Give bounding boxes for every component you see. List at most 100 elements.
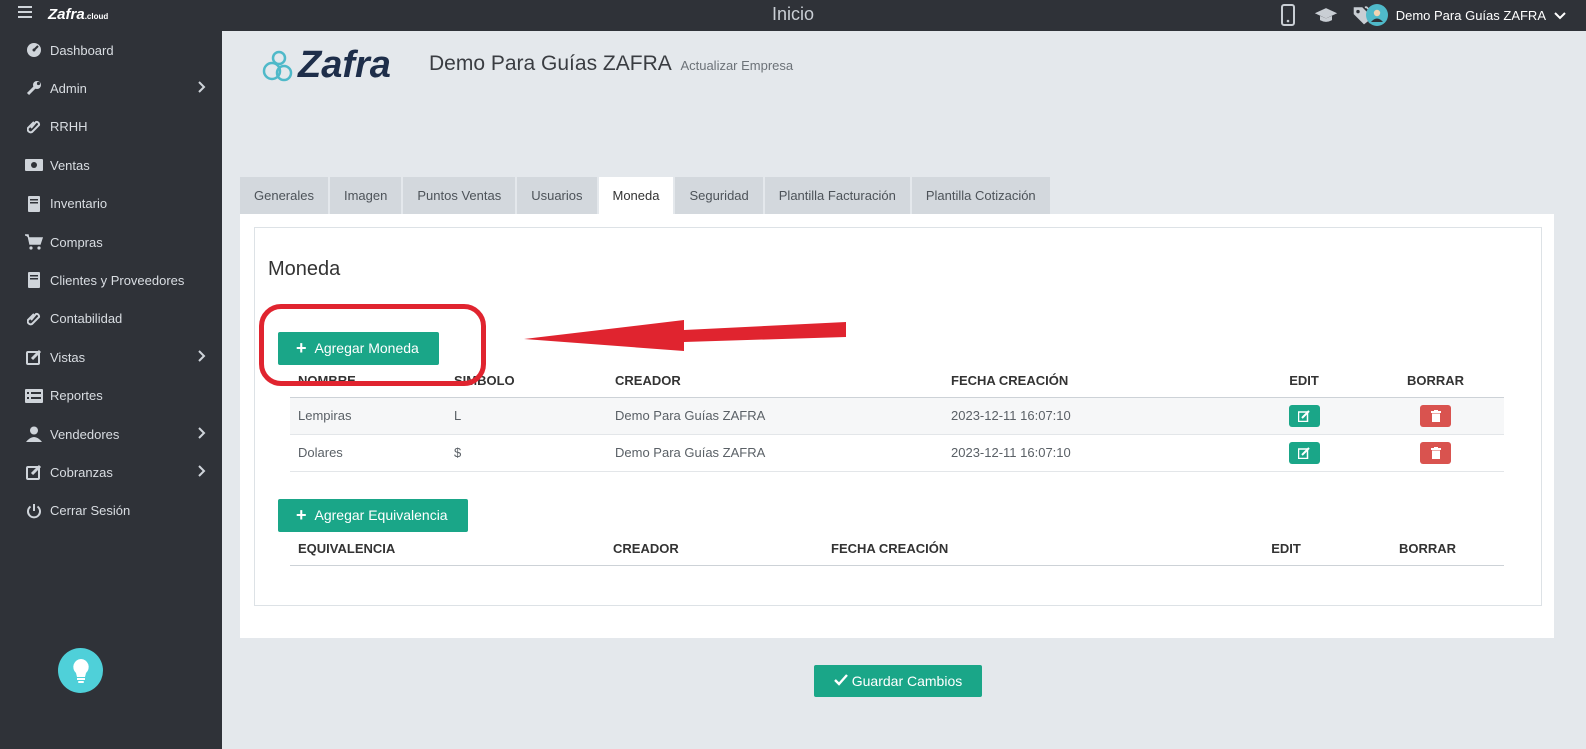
add-equivalence-label: Agregar Equivalencia — [314, 507, 448, 523]
sidebar-item-label: RRHH — [50, 119, 88, 135]
company-action: Actualizar Empresa — [680, 58, 794, 73]
cell-nombre: Dolares — [290, 434, 446, 472]
cell-fecha: 2023-12-11 16:07:10 — [943, 434, 1241, 472]
chevron-down-icon — [1554, 8, 1566, 23]
sidebar-item-dashboard[interactable]: Dashboard — [0, 35, 222, 65]
money-icon — [24, 156, 44, 174]
sidebar-item-label: Cerrar Sesión — [50, 503, 131, 519]
cell-delete — [1367, 434, 1504, 472]
col-header: SIMBOLO — [446, 364, 607, 398]
company-name: Demo Para Guías ZAFRA — [429, 52, 671, 75]
currency-table: NOMBRE SIMBOLO CREADOR FECHA CREACIÓN ED… — [290, 364, 1504, 472]
top-bar: Zafra.cloud Inicio Demo Para Guías ZAFRA — [0, 0, 1586, 31]
col-header: EDIT — [1241, 364, 1367, 398]
col-header: FECHA CREACIÓN — [943, 364, 1241, 398]
cart-icon — [24, 233, 44, 251]
app-logo-suffix: .cloud — [84, 12, 109, 21]
equivalence-table: EQUIVALENCIA CREADOR FECHA CREACIÓN EDIT… — [290, 532, 1504, 566]
add-equivalence-button[interactable]: + Agregar Equivalencia — [278, 499, 468, 532]
menu-toggle-icon[interactable] — [18, 6, 32, 18]
cell-simbolo: L — [446, 397, 607, 435]
cell-edit — [1241, 397, 1367, 435]
col-header: CREADOR — [605, 532, 823, 566]
app-logo-text: Zafra — [48, 6, 85, 23]
edit-icon — [1298, 446, 1310, 459]
trash-icon — [1430, 446, 1441, 459]
graduation-cap-icon[interactable] — [1314, 3, 1338, 27]
edit-button[interactable] — [1288, 404, 1320, 427]
tab-generales[interactable]: Generales — [240, 177, 328, 214]
sidebar-item-label: Cobranzas — [50, 464, 113, 480]
cell-creador: Demo Para Guías ZAFRA — [607, 397, 943, 435]
tab-moneda[interactable]: Moneda — [598, 177, 674, 214]
chevron-right-icon — [198, 81, 206, 96]
sidebar-item-admin[interactable]: Admin — [0, 73, 222, 103]
sidebar-item-cobranzas[interactable]: Cobranzas — [0, 457, 222, 487]
check-icon — [833, 673, 848, 689]
brand-name: Zafra — [298, 44, 391, 86]
lightbulb-icon[interactable] — [58, 648, 103, 693]
power-icon — [24, 502, 44, 520]
mobile-icon[interactable] — [1276, 3, 1300, 27]
sidebar-item-label: Clientes y Proveedores — [50, 272, 185, 288]
tab-seguridad[interactable]: Seguridad — [675, 177, 763, 214]
brand-logo: Zafra — [262, 44, 391, 87]
edit-icon — [24, 463, 44, 481]
tab-puntos-ventas[interactable]: Puntos Ventas — [403, 177, 516, 214]
col-header: NOMBRE — [290, 364, 446, 398]
sidebar-item-ventas[interactable]: Ventas — [0, 150, 222, 180]
sidebar-item-label: Dashboard — [50, 42, 114, 58]
col-header: BORRAR — [1367, 364, 1504, 398]
sidebar-item-inventario[interactable]: Inventario — [0, 189, 222, 219]
delete-button[interactable] — [1420, 441, 1451, 464]
sidebar-item-clientes-y-proveedores[interactable]: Clientes y Proveedores — [0, 265, 222, 295]
col-header: BORRAR — [1351, 532, 1504, 566]
tab-imagen[interactable]: Imagen — [329, 177, 402, 214]
cell-delete — [1367, 397, 1504, 435]
cell-nombre: Lempiras — [290, 397, 446, 435]
sidebar-item-rrhh[interactable]: RRHH — [0, 112, 222, 142]
section-title: Moneda — [268, 258, 341, 280]
dashboard-icon — [24, 41, 44, 59]
tab-plantilla-cotización[interactable]: Plantilla Cotización — [911, 177, 1050, 214]
chevron-right-icon — [198, 427, 206, 442]
avatar — [1365, 4, 1388, 26]
chevron-right-icon — [198, 350, 206, 365]
user-name: Demo Para Guías ZAFRA — [1395, 7, 1546, 23]
user-menu[interactable]: Demo Para Guías ZAFRA — [1365, 4, 1566, 26]
cell-creador: Demo Para Guías ZAFRA — [607, 434, 943, 472]
sidebar-item-label: Reportes — [50, 388, 103, 404]
save-changes-label: Guardar Cambios — [851, 673, 963, 689]
col-header: CREADOR — [607, 364, 943, 398]
company-heading: Demo Para Guías ZAFRA Actualizar Empresa — [429, 52, 793, 76]
user-icon — [24, 425, 44, 443]
cell-edit — [1241, 434, 1367, 472]
table-row: Lempiras L Demo Para Guías ZAFRA 2023-12-11… — [290, 397, 1504, 435]
sidebar-item-contabilidad[interactable]: Contabilidad — [0, 304, 222, 334]
add-currency-button[interactable]: + Agregar Moneda — [278, 332, 439, 365]
table-row: Dolares $ Demo Para Guías ZAFRA 2023-12-11 … — [290, 434, 1504, 472]
book-icon — [24, 271, 44, 289]
sidebar-item-label: Vendedores — [50, 426, 120, 442]
sidebar-item-label: Admin — [50, 80, 87, 96]
delete-button[interactable] — [1420, 404, 1451, 427]
sidebar-item-label: Contabilidad — [50, 311, 123, 327]
save-changes-button[interactable]: Guardar Cambios — [814, 665, 982, 697]
app-logo[interactable]: Zafra.cloud — [48, 6, 108, 23]
add-currency-label: Agregar Moneda — [314, 340, 419, 356]
tab-bar: Generales Imagen Puntos Ventas Usuarios Mone… — [240, 177, 1052, 214]
book-icon — [24, 195, 44, 213]
sidebar-item-compras[interactable]: Compras — [0, 227, 222, 257]
sidebar-item-vistas[interactable]: Vistas — [0, 342, 222, 372]
sidebar-item-vendedores[interactable]: Vendedores — [0, 419, 222, 449]
col-header: FECHA CREACIÓN — [823, 532, 1221, 566]
sidebar-item-label: Inventario — [50, 196, 108, 212]
sidebar-item-cerrar-sesi-n[interactable]: Cerrar Sesión — [0, 496, 222, 526]
chevron-right-icon — [198, 465, 206, 480]
tab-plantilla-facturación[interactable]: Plantilla Facturación — [764, 177, 910, 214]
sidebar-item-label: Vistas — [50, 349, 86, 365]
paperclip-icon — [24, 118, 44, 136]
sidebar-item-reportes[interactable]: Reportes — [0, 381, 222, 411]
tab-usuarios[interactable]: Usuarios — [517, 177, 597, 214]
edit-button[interactable] — [1288, 441, 1320, 464]
